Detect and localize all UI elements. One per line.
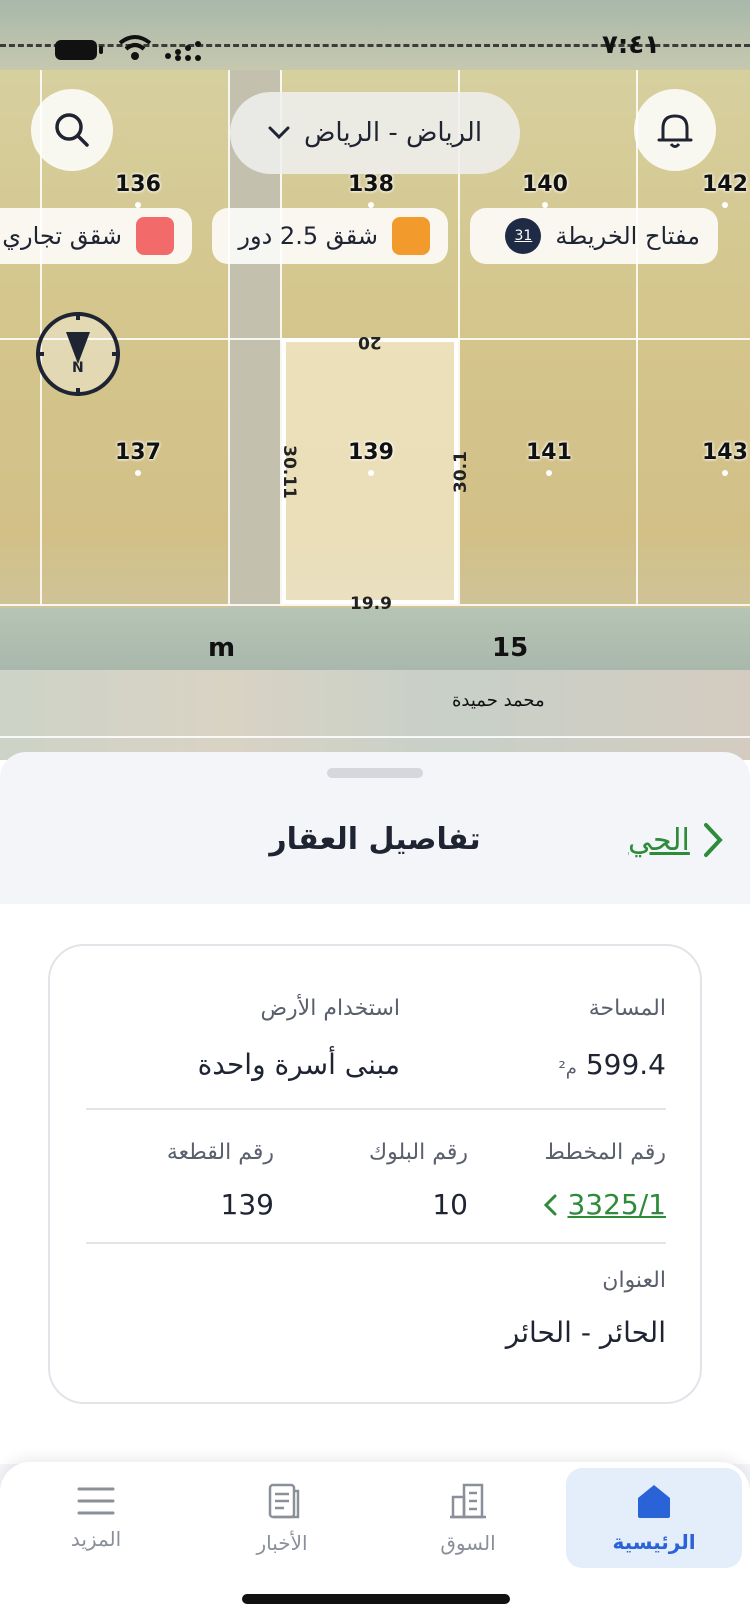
street-label: 15 (492, 633, 529, 663)
compass-icon (36, 312, 120, 396)
plot-dimension-right: 30.1 (450, 451, 471, 493)
lot-number[interactable]: 136 (115, 172, 161, 208)
signal-icon (164, 38, 204, 78)
street-label: m (208, 633, 236, 663)
menu-icon (77, 1487, 115, 1515)
plot-dimension-bottom: 19.9 (350, 594, 392, 614)
lot-number[interactable]: 138 (348, 172, 394, 208)
notifications-button[interactable] (634, 89, 716, 171)
address-label: العنوان (602, 1268, 666, 1293)
plan-number-link[interactable]: 3325/1 (543, 1188, 666, 1221)
lot-number[interactable]: 141 (526, 440, 572, 476)
chevron-down-icon (268, 126, 290, 140)
map-houses-strip (0, 670, 750, 760)
legend-color-swatch (136, 217, 174, 255)
lot-number[interactable]: 139 (348, 440, 394, 476)
map-key-badge: 31 (505, 218, 542, 254)
address-value: الحائر - الحائر (505, 1316, 666, 1349)
chevron-right-icon (703, 823, 723, 857)
tab-market[interactable]: السوق (380, 1468, 556, 1568)
property-info-card: المساحة 599.4 م² استخدام الأرض مبنى أسرة… (48, 944, 702, 1404)
lot-number[interactable]: 142 (702, 172, 748, 208)
news-icon (268, 1483, 300, 1519)
lot-number[interactable]: 140 (522, 172, 568, 208)
plan-number-value: 3325/1 (567, 1188, 666, 1221)
tab-news-label: الأخبار (256, 1531, 308, 1555)
area-unit: م² (558, 1058, 577, 1079)
land-use-label: استخدام الأرض (260, 996, 400, 1021)
map-street (0, 608, 750, 670)
area-label: المساحة (588, 996, 666, 1021)
city-selector-label: الرياض - الرياض (303, 118, 483, 148)
divider (86, 1242, 666, 1244)
legend-chip-label: شقق 2.5 دور (238, 222, 378, 250)
bell-icon (657, 114, 693, 148)
tab-home-label: الرئيسية (612, 1530, 696, 1554)
wifi-icon (118, 34, 152, 74)
tab-home[interactable]: الرئيسية (566, 1468, 742, 1568)
neighborhood-link[interactable]: الحي (628, 822, 724, 858)
home-indicator (242, 1594, 510, 1604)
buildings-icon (450, 1483, 486, 1519)
legend-chip-label: شقق تجاري (2, 222, 122, 250)
tab-more-label: المزيد (70, 1527, 122, 1551)
city-selector[interactable]: الرياض - الرياض (230, 92, 520, 174)
place-label: محمد حميدة (452, 690, 545, 711)
tab-news[interactable]: الأخبار (194, 1468, 370, 1568)
plot-number-value: 139 (220, 1188, 274, 1221)
area-number: 599.4 (585, 1048, 666, 1081)
parcel-line (0, 736, 750, 738)
legend-color-swatch (392, 217, 430, 255)
status-time: ٧:٤١ (602, 30, 661, 60)
compass[interactable]: N (34, 310, 122, 398)
tab-market-label: السوق (440, 1531, 496, 1555)
legend-chip-commercial-apartments[interactable]: شقق تجاري (0, 208, 192, 264)
chevron-left-icon (544, 1194, 557, 1215)
block-number-label: رقم البلوك (368, 1140, 468, 1165)
map-view[interactable]: 136 138 140 142 137 139 141 143 20 30.11… (0, 0, 750, 760)
plot-dimension-top: 20 (358, 332, 382, 352)
plot-dimension-left: 30.11 (278, 445, 299, 499)
sheet-drag-handle[interactable] (327, 768, 423, 778)
area-value: 599.4 م² (559, 1048, 666, 1081)
search-icon (55, 113, 89, 147)
lot-number[interactable]: 137 (115, 440, 161, 476)
search-button[interactable] (31, 89, 113, 171)
land-use-value: مبنى أسرة واحدة (197, 1048, 400, 1081)
legend-chip-apartments-2-5[interactable]: شقق 2.5 دور (212, 208, 448, 264)
battery-icon (54, 38, 104, 78)
tab-more[interactable]: المزيد (8, 1468, 184, 1568)
plan-number-label: رقم المخطط (544, 1140, 666, 1165)
block-number-value: 10 (432, 1188, 468, 1221)
compass-letter: N (72, 360, 84, 376)
plot-number-label: رقم القطعة (166, 1140, 274, 1165)
lot-number[interactable]: 143 (702, 440, 748, 476)
home-icon (638, 1485, 670, 1518)
map-key-label: مفتاح الخريطة (555, 222, 700, 250)
neighborhood-link-label: الحي (628, 822, 690, 858)
map-key-chip[interactable]: مفتاح الخريطة 31 (470, 208, 718, 264)
divider (86, 1108, 666, 1110)
